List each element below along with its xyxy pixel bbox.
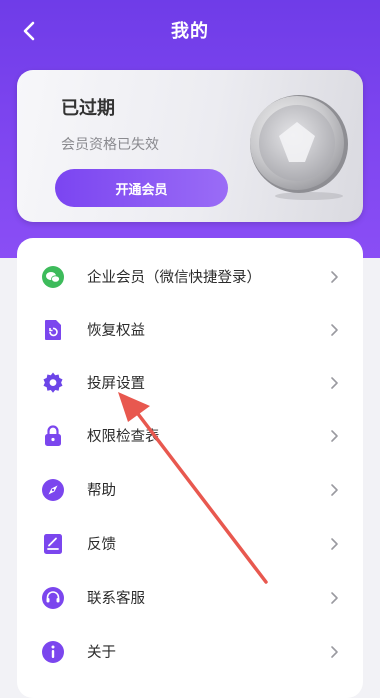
feedback-icon	[41, 532, 65, 556]
menu-item-customer-service[interactable]: 联系客服	[17, 571, 363, 624]
menu-label: 恢复权益	[87, 323, 145, 339]
compass-icon	[41, 478, 65, 502]
menu-item-permission-check[interactable]: 权限检查表	[17, 409, 363, 462]
gear-icon	[41, 371, 65, 395]
menu-item-restore[interactable]: 恢复权益	[17, 303, 363, 356]
menu-label: 关于	[87, 645, 116, 661]
vip-description: 会员资格已失效	[61, 137, 159, 153]
menu-item-enterprise-vip[interactable]: 企业会员（微信快捷登录）	[17, 250, 363, 303]
headset-icon	[41, 586, 65, 610]
menu-card: 企业会员（微信快捷登录） 恢复权益 投屏设置 权限检查表 帮助 反馈 联系客服 …	[17, 238, 363, 698]
vip-card: 已过期 会员资格已失效 开通会员	[17, 70, 363, 222]
chevron-right-icon	[331, 591, 338, 604]
menu-label: 权限检查表	[87, 429, 160, 445]
menu-item-cast-settings[interactable]: 投屏设置	[17, 356, 363, 409]
menu-item-help[interactable]: 帮助	[17, 463, 363, 516]
menu-label: 联系客服	[87, 591, 145, 607]
menu-item-about[interactable]: 关于	[17, 625, 363, 678]
menu-label: 企业会员（微信快捷登录）	[87, 270, 261, 286]
menu-item-feedback[interactable]: 反馈	[17, 517, 363, 570]
chevron-right-icon	[331, 429, 338, 442]
info-icon	[41, 640, 65, 664]
chevron-right-icon	[331, 483, 338, 496]
lock-icon	[41, 424, 65, 448]
chevron-right-icon	[331, 376, 338, 389]
vip-status: 已过期	[61, 98, 115, 119]
menu-label: 反馈	[87, 537, 116, 553]
menu-label: 投屏设置	[87, 376, 145, 392]
wechat-icon	[41, 265, 65, 289]
menu-label: 帮助	[87, 483, 116, 499]
page-title: 我的	[171, 21, 209, 42]
chevron-right-icon	[331, 270, 338, 283]
vip-coin-icon	[250, 95, 348, 200]
top-bar: 我的	[0, 0, 380, 60]
restore-icon	[41, 318, 65, 342]
chevron-right-icon	[331, 645, 338, 658]
chevron-right-icon	[331, 537, 338, 550]
open-vip-button[interactable]: 开通会员	[55, 169, 228, 207]
chevron-right-icon	[331, 323, 338, 336]
